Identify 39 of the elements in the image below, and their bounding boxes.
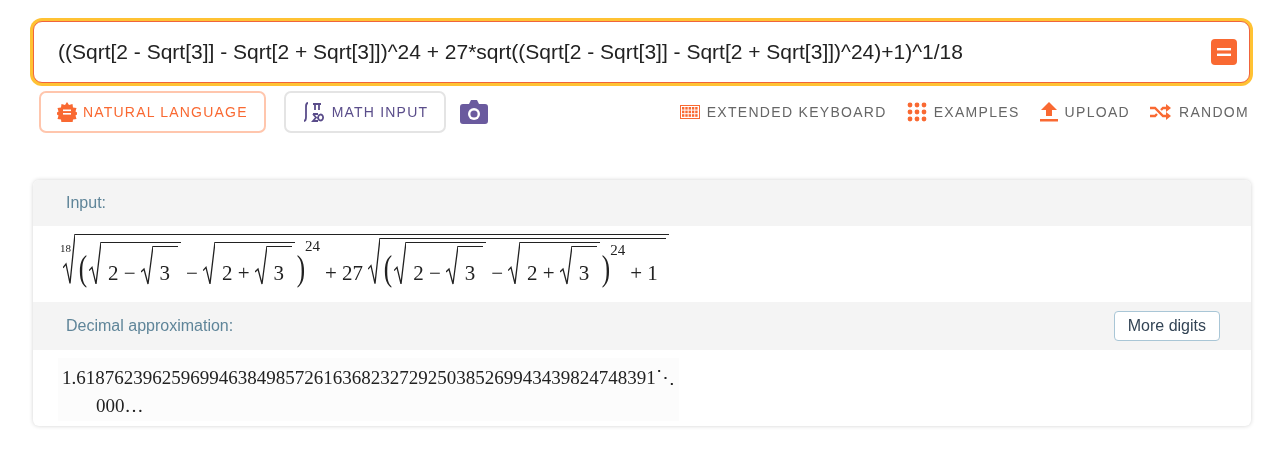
exponent: 24: [610, 242, 626, 259]
parenthesis: (: [383, 250, 393, 286]
keyboard-icon: [679, 105, 700, 119]
math-term: + 27: [324, 261, 365, 286]
input-mode-tab[interactable]: MATH INPUT: [283, 91, 447, 133]
math-term: 2 +: [220, 261, 251, 286]
math-term: 2 +: [526, 261, 556, 286]
upload-icon: [1039, 102, 1058, 122]
pod-title: Decimal approximation:: [66, 317, 235, 335]
math-term: 3: [272, 261, 286, 286]
toolbar-link[interactable]: UPLOAD: [1039, 102, 1130, 122]
math-term: 3: [577, 261, 591, 286]
math-term: + 1: [629, 261, 659, 286]
math-term: 2 −: [412, 261, 442, 286]
pod-title: Input:: [66, 194, 108, 212]
exponent: 24: [305, 238, 321, 255]
toolbar-link[interactable]: EXAMPLES: [906, 102, 1020, 122]
dot-grid-icon: [906, 102, 927, 122]
parenthesis: ): [296, 250, 306, 286]
shuffle-icon: [1149, 104, 1172, 120]
math-symbols-icon: [301, 101, 326, 123]
math-term: −: [185, 261, 199, 286]
parenthesis: ): [601, 250, 611, 286]
toolbar-link[interactable]: EXTENDED KEYBOARD: [679, 104, 887, 120]
continuation-mark: ⋱: [655, 367, 675, 388]
math-term: 3: [158, 261, 172, 286]
compute-button[interactable]: [1211, 39, 1237, 65]
math-term: 2 −: [107, 261, 137, 286]
math-term: 3: [463, 261, 477, 286]
more-digits-button[interactable]: More digits: [1113, 311, 1220, 341]
math-term: −: [490, 261, 505, 286]
parenthesis: (: [78, 250, 88, 286]
badge-icon: [57, 102, 77, 122]
toolbar-link[interactable]: RANDOM: [1149, 104, 1249, 120]
query-field[interactable]: ((Sqrt[2 - Sqrt[3]] - Sqrt[2 + Sqrt[3]])^24 + 27*sqrt((Sqrt[2 - Sqrt[3]] - Sqrt[2 + Sqrt[3]])^24)+1)^1/18: [58, 37, 1211, 67]
camera-icon[interactable]: [460, 99, 489, 125]
equals-icon: [1217, 47, 1231, 57]
root-index: 18: [60, 242, 71, 254]
search-bar[interactable]: ((Sqrt[2 - Sqrt[3]] - Sqrt[2 + Sqrt[3]])^24 + 27*sqrt((Sqrt[2 - Sqrt[3]] - Sqrt[2 + Sqrt[3]])^24)+1)^1/18: [33, 21, 1250, 83]
